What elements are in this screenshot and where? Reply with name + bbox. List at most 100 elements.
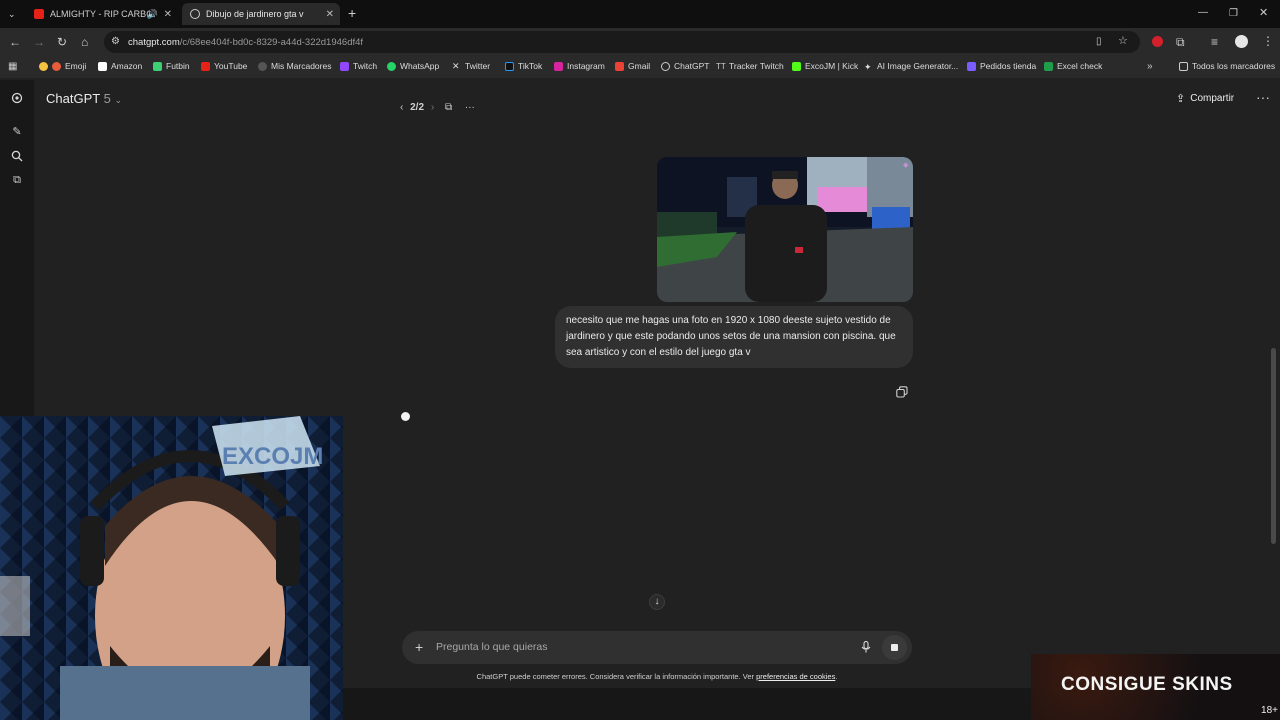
- model-name: ChatGPT: [46, 91, 100, 106]
- bookmark-emoji[interactable]: Emoji: [39, 61, 86, 71]
- attached-image[interactable]: ◆: [657, 157, 913, 302]
- bookmark-mis-marcadores[interactable]: Mis Marcadores: [258, 61, 331, 71]
- share-icon: ⇪: [1176, 93, 1186, 105]
- copy-message-icon[interactable]: [896, 385, 908, 398]
- search-icon[interactable]: [11, 150, 23, 162]
- adblock-extension-icon[interactable]: [1152, 36, 1163, 47]
- address-bar[interactable]: ⚙ chatgpt.com/c/68ee404f-bd0c-8329-a44d-…: [104, 31, 1140, 53]
- restore-icon[interactable]: ❐: [1229, 8, 1238, 20]
- bookmarks-bar: ▦ Emoji Amazon Futbin YouTube Mis Marcad…: [0, 56, 1280, 78]
- promo-text: CONSIGUE SKINS: [1061, 674, 1233, 695]
- thinking-indicator: [401, 412, 410, 421]
- bookmark-excel[interactable]: Excel check: [1044, 61, 1102, 71]
- chatgpt-icon: [661, 61, 670, 71]
- page-icon[interactable]: ▯: [1096, 36, 1102, 48]
- back-icon[interactable]: ←: [9, 36, 21, 48]
- x-logo-icon: ✕: [452, 60, 460, 71]
- more-menu-icon[interactable]: ···: [1256, 89, 1270, 105]
- url-path: /c/68ee404f-bd0c-8329-a44d-322d1946df4f: [179, 36, 364, 48]
- prev-version-icon[interactable]: ‹: [400, 102, 403, 113]
- home-icon[interactable]: ⌂: [81, 36, 88, 48]
- menu-kebab-icon[interactable]: ⋮: [1262, 35, 1274, 47]
- forward-icon[interactable]: →: [33, 36, 45, 48]
- user-message-bubble: necesito que me hagas una foto en 1920 x…: [555, 306, 913, 368]
- tab-almighty[interactable]: ALMIGHTY - RIP CARBON ( 🔊 ✕: [26, 3, 178, 25]
- bookmark-amazon[interactable]: Amazon: [98, 61, 142, 71]
- bookmark-twitch[interactable]: Twitch: [340, 61, 377, 71]
- scroll-down-button[interactable]: ↓: [649, 594, 665, 610]
- copy-icon[interactable]: ⧉: [445, 102, 452, 113]
- chevron-down-icon: ⌄: [114, 95, 122, 105]
- page-scrollbar[interactable]: [1271, 348, 1276, 544]
- response-pager: ‹ 2/2 › ⧉ ···: [400, 102, 475, 113]
- tab-search-icon[interactable]: ⌄: [8, 8, 16, 20]
- pedidos-icon: [967, 61, 976, 71]
- webcam-overlay: EXCOJM: [0, 416, 343, 720]
- amazon-icon: [98, 61, 107, 71]
- speaker-icon[interactable]: 🔊: [147, 9, 158, 20]
- more-options-icon[interactable]: ···: [465, 102, 475, 113]
- new-chat-icon[interactable]: ✎: [11, 126, 23, 138]
- tab-label: Dibujo de jardinero gta v: [206, 9, 304, 19]
- kick-icon: [792, 61, 801, 71]
- bookmark-tracker-twitch[interactable]: TT Tracker Twitch: [716, 61, 784, 71]
- chatgpt-favicon-icon: [190, 9, 200, 19]
- reload-icon[interactable]: ↻: [57, 36, 67, 48]
- composer: +: [402, 631, 912, 664]
- bookmark-instagram[interactable]: Instagram: [554, 61, 605, 71]
- emoji-icon: [39, 61, 48, 71]
- add-attachment-icon[interactable]: +: [415, 640, 423, 654]
- promo-banner: CONSIGUE SKINS 18+: [1031, 654, 1280, 720]
- tab-label: ALMIGHTY - RIP CARBON (: [50, 9, 150, 19]
- close-tab-icon[interactable]: ✕: [164, 9, 172, 20]
- bookmark-kick[interactable]: ExcoJM | Kick: [792, 61, 858, 71]
- bookmark-twitter[interactable]: ✕ Twitter: [452, 61, 490, 71]
- bookmark-futbin[interactable]: Futbin: [153, 61, 190, 71]
- twitch-icon: [340, 61, 349, 71]
- fire-icon: [52, 61, 61, 71]
- cookie-preferences-link[interactable]: preferencias de cookies: [756, 672, 835, 681]
- close-window-icon[interactable]: ✕: [1259, 7, 1268, 19]
- browser-tab-strip: ⌄ ALMIGHTY - RIP CARBON ( 🔊 ✕ Dibujo de …: [0, 0, 1280, 28]
- extensions-icon[interactable]: ⧉: [1176, 36, 1185, 48]
- bookmark-ai-image[interactable]: ✦ AI Image Generator...: [864, 61, 958, 72]
- close-tab-icon[interactable]: ✕: [326, 9, 334, 20]
- tiktok-icon: [505, 61, 514, 71]
- model-selector[interactable]: ChatGPT 5 ⌄: [46, 91, 122, 106]
- sheets-icon: [1044, 61, 1053, 71]
- minimize-icon[interactable]: —: [1198, 7, 1208, 19]
- folder-icon: [1179, 61, 1188, 71]
- sparkle-icon: ✦: [864, 61, 872, 72]
- stop-generating-button[interactable]: [882, 635, 907, 660]
- profile-avatar-icon[interactable]: [1235, 35, 1248, 48]
- new-tab-icon[interactable]: +: [348, 6, 356, 20]
- youtube-favicon-icon: [34, 9, 44, 19]
- bookmark-gmail[interactable]: Gmail: [615, 61, 650, 71]
- bookmark-tiktok[interactable]: TikTok: [505, 61, 542, 71]
- gmail-icon: [615, 61, 624, 71]
- instagram-icon: [554, 61, 563, 71]
- media-icon[interactable]: ≡: [1211, 36, 1218, 48]
- tab-dibujo[interactable]: Dibujo de jardinero gta v ✕: [182, 3, 340, 25]
- age-rating: 18+: [1261, 705, 1278, 716]
- prompt-input[interactable]: [436, 639, 836, 655]
- apps-grid-icon[interactable]: ▦: [8, 61, 17, 73]
- webcam-logo-text: EXCOJM: [222, 443, 323, 470]
- openai-logo-icon[interactable]: [11, 92, 23, 104]
- site-info-icon[interactable]: ⚙: [111, 36, 120, 48]
- tt-icon: TT: [716, 61, 726, 71]
- bookmark-youtube[interactable]: YouTube: [201, 61, 247, 71]
- all-bookmarks[interactable]: Todos los marcadores: [1179, 61, 1275, 71]
- stop-icon: [891, 644, 898, 651]
- browser-toolbar: ← → ↻ ⌂ ⚙ chatgpt.com/c/68ee404f-bd0c-83…: [0, 28, 1280, 56]
- bookmark-whatsapp[interactable]: WhatsApp: [387, 61, 439, 71]
- library-icon[interactable]: ⧉: [11, 174, 23, 186]
- bookmark-pedidos[interactable]: Pedidos tienda: [967, 61, 1036, 71]
- bookmark-folder-icon: [258, 61, 267, 71]
- next-version-icon[interactable]: ›: [431, 102, 434, 113]
- more-bookmarks-icon[interactable]: »: [1147, 61, 1153, 73]
- bookmark-star-icon[interactable]: ☆: [1118, 35, 1128, 47]
- share-button[interactable]: ⇪ Compartir: [1176, 92, 1234, 105]
- bookmark-chatgpt[interactable]: ChatGPT: [661, 61, 709, 71]
- microphone-icon[interactable]: [861, 640, 871, 655]
